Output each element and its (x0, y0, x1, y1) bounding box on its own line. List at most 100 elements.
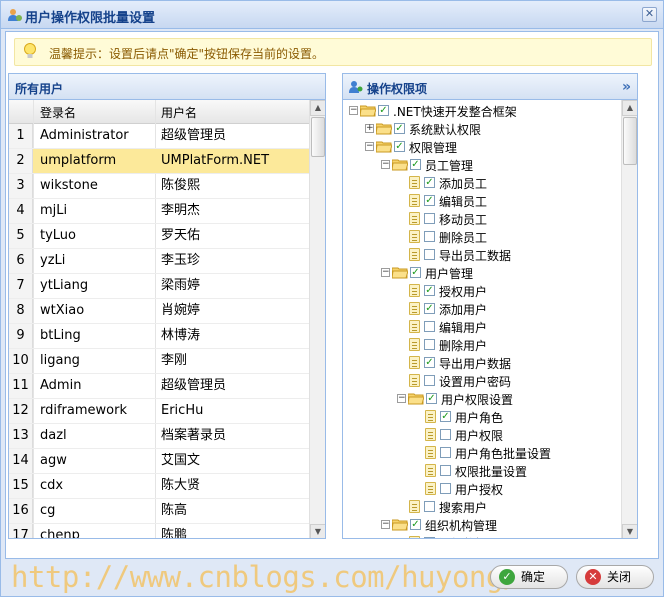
checkbox[interactable]: ✓ (440, 411, 451, 422)
login-name-cell: Administrator (40, 128, 129, 143)
scroll-up-icon[interactable]: ▲ (622, 100, 637, 116)
tree-node[interactable]: 权限批量设置 (343, 462, 623, 480)
close-button[interactable]: ✕ 关闭 (576, 565, 654, 589)
tree-node[interactable]: ✓ 导出用户数据 (343, 354, 623, 372)
tree-node[interactable]: 添加数据 (343, 534, 623, 538)
document-icon (409, 302, 420, 315)
checkbox[interactable]: ✓ (410, 159, 421, 170)
collapse-node-icon[interactable]: − (349, 106, 358, 115)
checkbox[interactable] (424, 501, 435, 512)
tree-node[interactable]: − ✓ .NET快速开发整合框架 (343, 102, 623, 120)
tree-node-label: 系统默认权限 (409, 123, 482, 137)
tree-node[interactable]: 编辑用户 (343, 318, 623, 336)
scroll-down-icon[interactable]: ▼ (622, 524, 637, 538)
checkbox[interactable] (440, 447, 451, 458)
table-row[interactable]: 12 rdiframework EricHu (9, 399, 309, 424)
collapse-node-icon[interactable]: − (365, 142, 374, 151)
table-row[interactable]: 15 cdx 陈大贤 (9, 474, 309, 499)
tree-node[interactable]: ✓ 编辑员工 (343, 192, 623, 210)
column-header-username[interactable]: 用户名 (161, 104, 197, 121)
close-icon[interactable]: ✕ (642, 7, 657, 22)
expand-icon[interactable]: + (365, 124, 374, 133)
checkbox[interactable]: ✓ (394, 141, 405, 152)
column-header-login[interactable]: 登录名 (40, 104, 76, 121)
checkbox[interactable] (424, 375, 435, 386)
table-row[interactable]: 1 Administrator 超级管理员 (9, 124, 309, 149)
folder-icon (360, 105, 376, 117)
collapse-node-icon[interactable]: − (381, 160, 390, 169)
checkbox[interactable] (440, 483, 451, 494)
checkbox[interactable] (424, 231, 435, 242)
checkbox[interactable]: ✓ (378, 105, 389, 116)
tree-node[interactable]: − ✓ 员工管理 (343, 156, 623, 174)
tree-node[interactable]: 设置用户密码 (343, 372, 623, 390)
checkbox[interactable]: ✓ (424, 177, 435, 188)
tree-node-label: 编辑员工 (439, 195, 488, 209)
checkbox[interactable] (440, 429, 451, 440)
collapse-node-icon[interactable]: − (397, 394, 406, 403)
tree-node[interactable]: ✓ 用户角色 (343, 408, 623, 426)
scroll-thumb[interactable] (623, 117, 637, 165)
checkbox[interactable]: ✓ (426, 393, 437, 404)
table-row[interactable]: 11 Admin 超级管理员 (9, 374, 309, 399)
table-row[interactable]: 6 yzLi 李玉珍 (9, 249, 309, 274)
collapse-node-icon[interactable]: − (381, 520, 390, 529)
scroll-down-icon[interactable]: ▼ (310, 524, 325, 538)
checkbox[interactable]: ✓ (424, 195, 435, 206)
tree-node[interactable]: − ✓ 组织机构管理 (343, 516, 623, 534)
checkbox[interactable]: ✓ (424, 357, 435, 368)
checkbox[interactable]: ✓ (410, 267, 421, 278)
checkbox[interactable] (424, 339, 435, 350)
tree-node[interactable]: − ✓ 用户管理 (343, 264, 623, 282)
tree-node[interactable]: 用户授权 (343, 480, 623, 498)
checkbox[interactable] (424, 321, 435, 332)
tree-node[interactable]: 移动员工 (343, 210, 623, 228)
table-row[interactable]: 16 cg 陈高 (9, 499, 309, 524)
tip-banner: 温馨提示：设置后请点"确定"按钮保存当前的设置。 (14, 38, 652, 66)
tree-node[interactable]: 导出员工数据 (343, 246, 623, 264)
table-row[interactable]: 14 agw 艾国文 (9, 449, 309, 474)
login-name-cell: ligang (40, 353, 80, 368)
table-row[interactable]: 8 wtXiao 肖婉婷 (9, 299, 309, 324)
checkbox[interactable] (424, 213, 435, 224)
checkbox[interactable] (424, 537, 435, 538)
row-number: 14 (9, 449, 33, 473)
tree-node[interactable]: ✓ 添加用户 (343, 300, 623, 318)
table-row[interactable]: 5 tyLuo 罗天佑 (9, 224, 309, 249)
tree-node[interactable]: − ✓ 权限管理 (343, 138, 623, 156)
tree-node[interactable]: ✓ 添加员工 (343, 174, 623, 192)
table-row[interactable]: 7 ytLiang 梁雨婷 (9, 274, 309, 299)
table-row[interactable]: 4 mjLi 李明杰 (9, 199, 309, 224)
table-row[interactable]: 2 umplatform UMPlatForm.NET (9, 149, 309, 174)
tree-scrollbar[interactable]: ▲ ▼ (621, 100, 637, 538)
checkbox[interactable] (440, 465, 451, 476)
table-row[interactable]: 3 wikstone 陈俊熙 (9, 174, 309, 199)
table-row[interactable]: 13 dazl 档案著录员 (9, 424, 309, 449)
tree-node[interactable]: + ✓ 系统默认权限 (343, 120, 623, 138)
login-name-cell: mjLi (40, 203, 68, 218)
tree-node[interactable]: 用户角色批量设置 (343, 444, 623, 462)
table-row[interactable]: 17 chenp 陈鹏 (9, 524, 309, 539)
user-name-cell: 陈鹏 (161, 528, 188, 539)
checkbox[interactable]: ✓ (424, 303, 435, 314)
users-scrollbar[interactable]: ▲ ▼ (309, 100, 325, 538)
scroll-thumb[interactable] (311, 117, 325, 157)
checkbox[interactable] (424, 249, 435, 260)
checkbox[interactable]: ✓ (394, 123, 405, 134)
collapse-node-icon[interactable]: − (381, 268, 390, 277)
table-row[interactable]: 9 btLing 林博涛 (9, 324, 309, 349)
tree-node[interactable]: 搜索用户 (343, 498, 623, 516)
tree-node[interactable]: 删除员工 (343, 228, 623, 246)
title-bar[interactable]: 用户操作权限批量设置 ✕ (1, 1, 663, 29)
tree-node[interactable]: 用户权限 (343, 426, 623, 444)
table-row[interactable]: 10 ligang 李刚 (9, 349, 309, 374)
scroll-up-icon[interactable]: ▲ (310, 100, 325, 116)
tree-node[interactable]: − ✓ 用户权限设置 (343, 390, 623, 408)
checkbox[interactable]: ✓ (424, 285, 435, 296)
checkbox[interactable]: ✓ (410, 519, 421, 530)
row-number: 4 (9, 199, 33, 223)
ok-button[interactable]: ✓ 确定 (490, 565, 568, 589)
collapse-icon[interactable]: » (622, 79, 631, 95)
tree-node[interactable]: 删除用户 (343, 336, 623, 354)
tree-node[interactable]: ✓ 授权用户 (343, 282, 623, 300)
